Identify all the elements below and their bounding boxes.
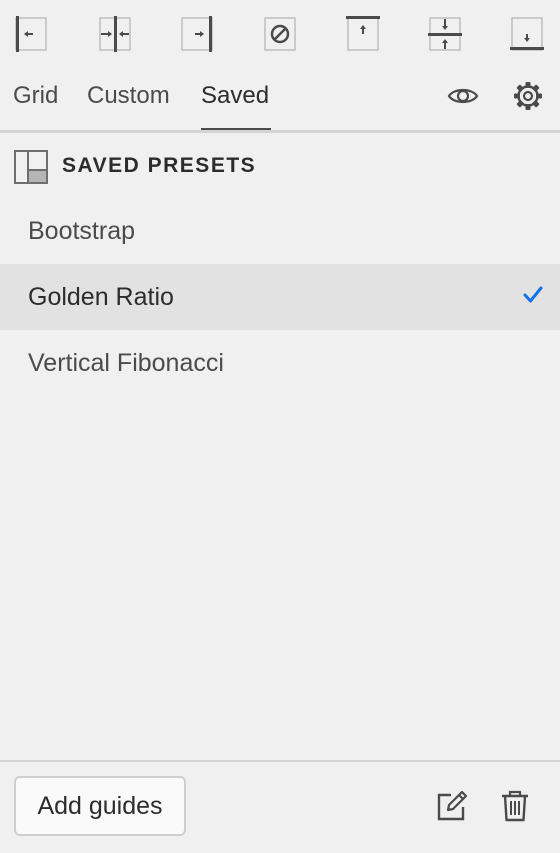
clear-guides-icon[interactable] <box>263 16 297 52</box>
tab-divider <box>0 130 560 133</box>
preset-label: Bootstrap <box>28 217 136 245</box>
section-header: SAVED PRESETS <box>14 148 534 184</box>
align-bottom-icon[interactable] <box>510 16 544 52</box>
eye-icon[interactable] <box>447 80 479 112</box>
preset-item-vertical-fibonacci[interactable]: Vertical Fibonacci <box>0 330 560 396</box>
section-title: SAVED PRESETS <box>62 154 257 177</box>
preset-label: Golden Ratio <box>28 283 174 311</box>
footer-divider <box>0 760 560 762</box>
preset-item-bootstrap[interactable]: Bootstrap <box>0 198 560 264</box>
preset-label: Vertical Fibonacci <box>28 349 224 377</box>
preset-list: Bootstrap Golden Ratio Vertical Fibonacc… <box>0 198 560 396</box>
guides-panel: Grid Custom Saved SAVED PRESETS Bootstra… <box>0 0 560 853</box>
layout-preset-icon <box>14 150 48 184</box>
trash-icon[interactable] <box>498 789 532 823</box>
tab-custom[interactable]: Custom <box>87 80 170 112</box>
tab-grid[interactable]: Grid <box>13 80 58 112</box>
checkmark-icon <box>522 284 544 306</box>
edit-icon[interactable] <box>435 789 469 823</box>
add-guides-button[interactable]: Add guides <box>14 776 186 836</box>
tab-saved[interactable]: Saved <box>201 80 269 112</box>
alignment-toolbar <box>0 16 560 52</box>
align-horizontal-center-icon[interactable] <box>98 16 132 52</box>
preset-item-golden-ratio[interactable]: Golden Ratio <box>0 264 560 330</box>
align-vertical-center-icon[interactable] <box>428 16 462 52</box>
align-left-icon[interactable] <box>14 16 48 52</box>
tab-bar: Grid Custom Saved <box>0 70 560 134</box>
gear-icon[interactable] <box>512 80 544 112</box>
align-top-icon[interactable] <box>346 16 380 52</box>
align-right-icon[interactable] <box>180 16 214 52</box>
